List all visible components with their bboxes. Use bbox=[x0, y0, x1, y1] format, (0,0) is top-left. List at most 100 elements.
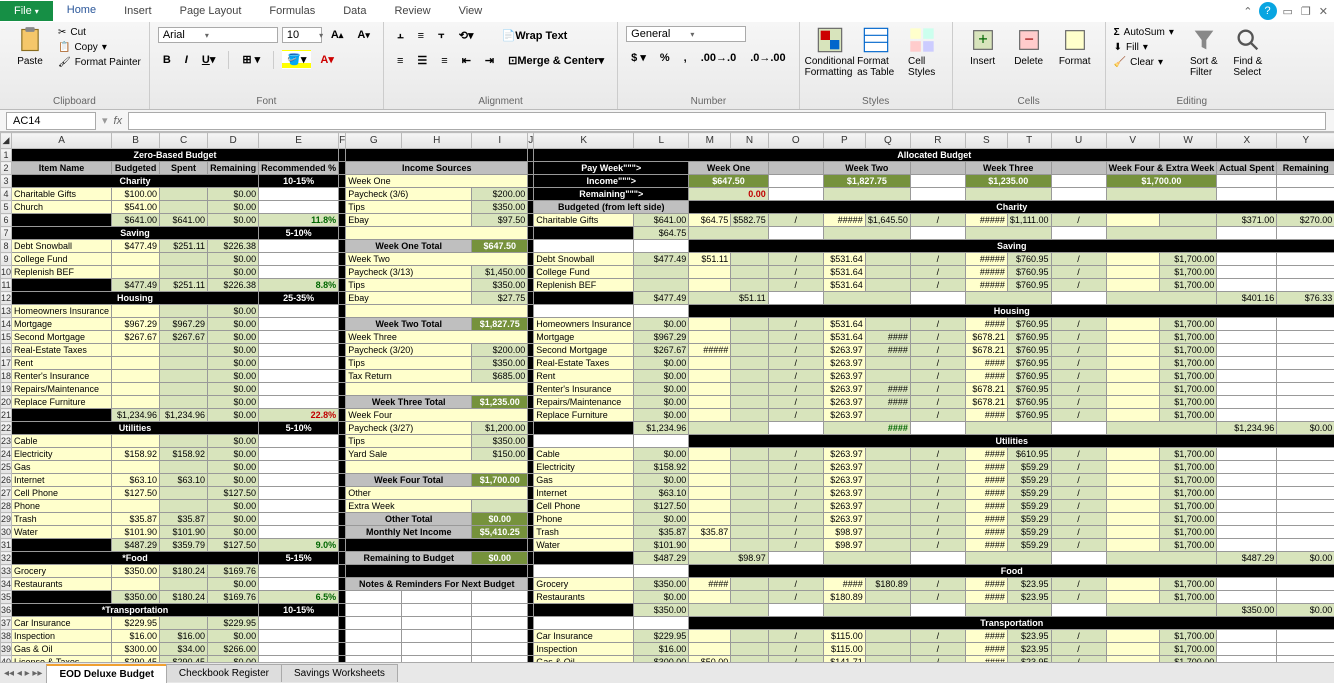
cell[interactable] bbox=[534, 604, 634, 617]
cell[interactable]: $1,700.00 bbox=[1159, 396, 1216, 409]
cell[interactable] bbox=[689, 591, 731, 604]
cell[interactable] bbox=[731, 357, 769, 370]
cell[interactable] bbox=[339, 175, 346, 188]
cell[interactable] bbox=[259, 656, 339, 663]
cell[interactable]: $127.50 bbox=[208, 539, 259, 552]
cell[interactable]: / bbox=[1051, 214, 1106, 227]
cell[interactable]: $98.97 bbox=[823, 526, 865, 539]
font-name-select[interactable]: Arial bbox=[158, 27, 278, 43]
cell[interactable]: #### bbox=[865, 344, 910, 357]
cell[interactable] bbox=[339, 162, 346, 175]
cell[interactable]: $267.67 bbox=[112, 331, 160, 344]
sheet-tab-2[interactable]: Checkbook Register bbox=[166, 664, 282, 682]
cell[interactable] bbox=[534, 292, 634, 305]
cell[interactable]: $300.00 bbox=[112, 643, 160, 656]
cell[interactable]: / bbox=[910, 448, 965, 461]
cell[interactable]: 10-15% bbox=[259, 175, 339, 188]
cell[interactable] bbox=[259, 331, 339, 344]
cell[interactable]: Mortgage bbox=[12, 318, 112, 331]
cell[interactable]: / bbox=[768, 318, 823, 331]
cell[interactable]: $0.00 bbox=[1277, 552, 1334, 565]
cell[interactable]: / bbox=[1051, 591, 1106, 604]
cell[interactable]: Week Four Total bbox=[346, 474, 472, 487]
cell[interactable]: $1,700.00 bbox=[1159, 487, 1216, 500]
cell[interactable]: Repairs/Maintenance bbox=[12, 383, 112, 396]
cell[interactable]: / bbox=[1051, 578, 1106, 591]
cell[interactable]: Week Three bbox=[965, 162, 1051, 175]
cell[interactable]: $641.00 bbox=[160, 214, 208, 227]
cell[interactable]: $647.50 bbox=[472, 240, 528, 253]
cell[interactable]: $477.49 bbox=[634, 292, 689, 305]
cell[interactable]: $760.95 bbox=[1007, 409, 1051, 422]
cell[interactable] bbox=[339, 513, 346, 526]
cell[interactable] bbox=[1277, 448, 1334, 461]
cell[interactable]: $1,234.96 bbox=[112, 409, 160, 422]
cell[interactable]: $610.95 bbox=[1007, 448, 1051, 461]
cell[interactable]: $487.29 bbox=[634, 552, 689, 565]
cell[interactable]: Water bbox=[534, 539, 634, 552]
cell[interactable] bbox=[112, 266, 160, 279]
cell[interactable] bbox=[12, 214, 112, 227]
cell[interactable]: / bbox=[910, 526, 965, 539]
cell[interactable] bbox=[965, 552, 1051, 565]
cell[interactable]: Mortgage bbox=[534, 331, 634, 344]
cell[interactable]: $1,645.50 bbox=[865, 214, 910, 227]
cell[interactable]: / bbox=[1051, 331, 1106, 344]
cell[interactable] bbox=[1217, 383, 1277, 396]
cell[interactable]: $141.71 bbox=[823, 656, 865, 663]
delete-button[interactable]: −Delete bbox=[1007, 26, 1051, 67]
formula-input[interactable] bbox=[128, 112, 1326, 130]
cell[interactable]: $0.00 bbox=[208, 370, 259, 383]
bold-button[interactable]: B bbox=[158, 51, 176, 69]
cell[interactable]: / bbox=[1051, 253, 1106, 266]
cell[interactable] bbox=[339, 396, 346, 409]
cell[interactable] bbox=[339, 305, 346, 318]
cell[interactable] bbox=[689, 331, 731, 344]
cell[interactable]: $1,700.00 bbox=[1159, 643, 1216, 656]
cell[interactable]: $127.50 bbox=[112, 487, 160, 500]
cell[interactable]: Week Four & Extra Week bbox=[1106, 162, 1217, 175]
cell[interactable] bbox=[1217, 461, 1277, 474]
cell[interactable] bbox=[346, 565, 528, 578]
cell[interactable] bbox=[865, 630, 910, 643]
cell[interactable]: $350.00 bbox=[1217, 604, 1277, 617]
cell[interactable]: $1,700.00 bbox=[1159, 331, 1216, 344]
cell[interactable]: $0.00 bbox=[472, 552, 528, 565]
cell[interactable]: $1,700.00 bbox=[1159, 266, 1216, 279]
cell[interactable] bbox=[339, 565, 346, 578]
cell[interactable]: / bbox=[910, 266, 965, 279]
cell[interactable] bbox=[160, 383, 208, 396]
cell[interactable]: $63.10 bbox=[634, 487, 689, 500]
cell[interactable] bbox=[1217, 266, 1277, 279]
cell[interactable]: Electricity bbox=[534, 461, 634, 474]
cell[interactable]: Debt Snowball bbox=[12, 240, 112, 253]
cell[interactable] bbox=[534, 552, 634, 565]
sort-filter-button[interactable]: Sort & Filter bbox=[1182, 26, 1226, 78]
cell[interactable]: Recommended % bbox=[259, 162, 339, 175]
find-select-button[interactable]: Find & Select bbox=[1226, 26, 1270, 78]
cell[interactable] bbox=[1277, 331, 1334, 344]
cell[interactable] bbox=[1106, 422, 1217, 435]
cell[interactable]: $1,450.00 bbox=[472, 266, 528, 279]
cell[interactable]: Income"""> bbox=[534, 175, 689, 188]
cell[interactable] bbox=[1217, 344, 1277, 357]
cell[interactable] bbox=[1277, 370, 1334, 383]
cell[interactable] bbox=[259, 318, 339, 331]
cell[interactable] bbox=[12, 279, 112, 292]
cell[interactable]: / bbox=[768, 526, 823, 539]
cell[interactable] bbox=[910, 188, 965, 201]
percent-button[interactable]: % bbox=[655, 49, 675, 67]
format-as-table-button[interactable]: Format as Table bbox=[854, 26, 898, 78]
cell[interactable]: Inspection bbox=[12, 630, 112, 643]
cell[interactable] bbox=[472, 604, 528, 617]
increase-font-icon[interactable]: A▴ bbox=[326, 26, 349, 44]
cell[interactable] bbox=[1051, 188, 1106, 201]
cell[interactable] bbox=[1106, 578, 1159, 591]
cell[interactable] bbox=[1051, 227, 1106, 240]
cell[interactable] bbox=[1217, 643, 1277, 656]
cell[interactable]: Zero-Based Budget bbox=[12, 149, 339, 162]
cell[interactable]: $1,700.00 bbox=[1159, 500, 1216, 513]
cell[interactable]: $0.00 bbox=[634, 357, 689, 370]
cell[interactable] bbox=[731, 487, 769, 500]
cell[interactable] bbox=[768, 162, 823, 175]
